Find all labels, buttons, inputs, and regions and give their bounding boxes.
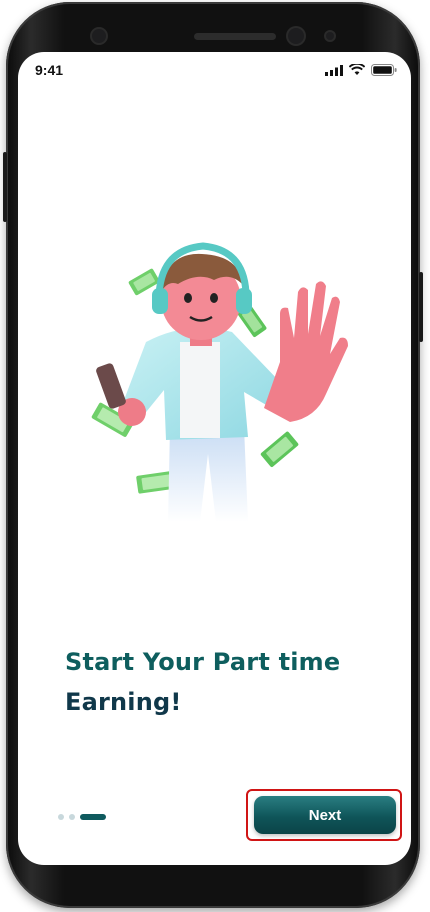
page-dot-1	[58, 814, 64, 820]
front-camera	[92, 29, 106, 43]
signal-icon	[325, 64, 343, 76]
status-bar: 9:41	[18, 52, 411, 88]
power-button	[419, 272, 423, 342]
character-illustration	[91, 242, 348, 522]
sensor-icon	[288, 28, 304, 44]
money-bill-icon	[260, 431, 299, 467]
wifi-icon	[349, 64, 365, 75]
title-line-1: Start Your Part time	[65, 648, 341, 676]
earpiece-speaker	[194, 33, 276, 40]
app-screen: 9:41 Start Your Part time Earning!	[18, 52, 411, 865]
page-dot-2	[69, 814, 75, 820]
page-dot-active	[80, 814, 106, 820]
proximity-sensor-icon	[326, 32, 334, 40]
title-line-2: Earning!	[65, 688, 182, 716]
battery-icon	[371, 64, 397, 76]
status-icons	[325, 64, 397, 76]
volume-button	[3, 152, 7, 222]
status-time: 9:41	[35, 62, 64, 78]
onboarding-title: Start Your Part time Earning!	[65, 642, 385, 722]
page-indicator	[58, 814, 106, 820]
next-button[interactable]: Next	[254, 796, 396, 834]
